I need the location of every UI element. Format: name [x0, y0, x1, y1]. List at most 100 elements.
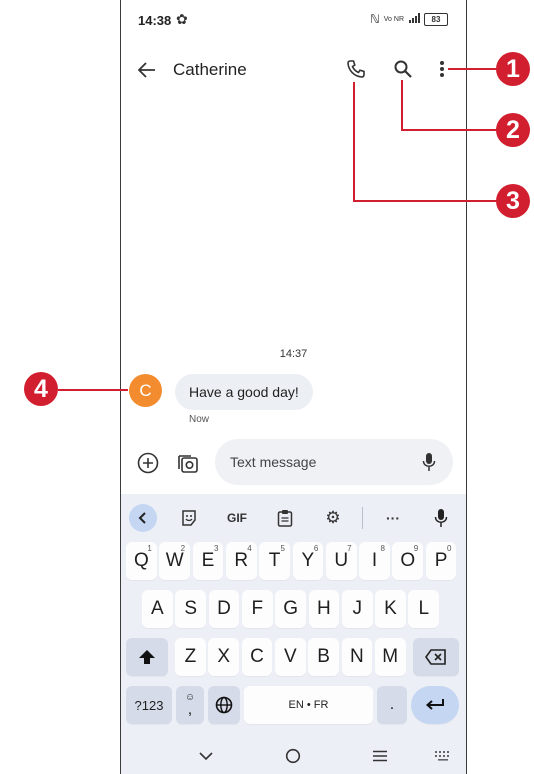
toolbar-divider	[362, 507, 363, 529]
phone-icon[interactable]	[343, 56, 369, 82]
key-z[interactable]: Z	[175, 638, 206, 676]
key-hint-number: 5	[280, 544, 285, 553]
key-c[interactable]: C	[241, 638, 273, 676]
settings-notification-icon: ✿	[176, 11, 188, 27]
space-key[interactable]: EN • FR	[244, 686, 373, 724]
key-label: S	[184, 598, 198, 619]
key-y[interactable]: Y6	[292, 542, 324, 580]
message-bubble[interactable]: Have a good day!	[175, 374, 313, 410]
key-x[interactable]: X	[208, 638, 240, 676]
language-globe-key[interactable]	[208, 686, 240, 724]
key-label: H	[317, 598, 331, 619]
gallery-camera-icon[interactable]	[175, 450, 201, 476]
clipboard-icon[interactable]	[271, 504, 299, 532]
comma-label: ,	[187, 701, 193, 718]
callout-4-line	[58, 389, 128, 391]
key-l[interactable]: L	[408, 590, 440, 628]
key-hint-number: 6	[313, 544, 319, 553]
key-f[interactable]: F	[241, 590, 273, 628]
keyboard-collapse-button[interactable]	[129, 504, 157, 532]
key-label: W	[165, 550, 184, 571]
key-o[interactable]: O9	[392, 542, 424, 580]
contact-name: Catherine	[173, 60, 247, 79]
message-input-placeholder: Text message	[230, 454, 317, 470]
key-label: C	[250, 646, 264, 667]
key-label: Q	[134, 550, 149, 571]
key-a[interactable]: A	[142, 590, 173, 628]
search-icon[interactable]	[390, 56, 416, 82]
backspace-key[interactable]	[413, 638, 459, 676]
contact-avatar[interactable]: C	[129, 374, 162, 407]
key-g[interactable]: G	[275, 590, 306, 628]
key-label: U	[334, 550, 349, 571]
key-label: R	[234, 550, 249, 571]
callout-badge-2: 2	[496, 113, 530, 147]
key-j[interactable]: J	[341, 590, 373, 628]
key-h[interactable]: H	[308, 590, 340, 628]
status-icons: ℕ Vo NR 83	[370, 12, 448, 26]
message-input[interactable]: Text message	[215, 439, 453, 485]
key-m[interactable]: M	[374, 638, 406, 676]
keyboard-switch-icon[interactable]	[432, 748, 454, 764]
key-q[interactable]: Q1	[126, 542, 157, 580]
key-e[interactable]: E3	[192, 542, 224, 580]
key-label: O	[400, 550, 416, 571]
key-label: G	[283, 598, 298, 619]
sticker-icon[interactable]	[175, 504, 203, 532]
key-hint-number: 8	[380, 544, 385, 553]
navigation-bar	[121, 738, 466, 774]
key-hint-number: 7	[347, 544, 352, 553]
key-label: L	[418, 598, 430, 619]
status-bar: 14:38 ✿ ℕ Vo NR 83	[121, 0, 466, 40]
key-label: M	[382, 646, 399, 667]
voice-input-icon[interactable]	[419, 451, 439, 473]
home-circle-icon[interactable]	[282, 746, 304, 766]
key-k[interactable]: K	[375, 590, 406, 628]
more-tools-icon[interactable]: ···	[379, 504, 407, 532]
key-p[interactable]: P0	[425, 542, 457, 580]
keyboard-mic-icon[interactable]	[427, 504, 455, 532]
gear-icon[interactable]: ⚙	[319, 504, 347, 532]
signal-icon	[408, 12, 420, 26]
key-hint-number: 0	[447, 544, 452, 553]
key-label: K	[384, 598, 397, 619]
enter-key[interactable]	[411, 686, 459, 724]
key-hint-number: 9	[413, 544, 419, 553]
key-u[interactable]: U7	[325, 542, 357, 580]
key-hint-number: 2	[180, 544, 186, 553]
key-b[interactable]: B	[308, 638, 339, 676]
chevron-down-icon[interactable]	[195, 746, 217, 766]
key-w[interactable]: W2	[159, 542, 191, 580]
key-v[interactable]: V	[274, 638, 306, 676]
emoji-comma-key[interactable]: ☺ ,	[176, 686, 204, 724]
key-label: B	[317, 646, 330, 667]
key-n[interactable]: N	[341, 638, 373, 676]
key-s[interactable]: S	[175, 590, 207, 628]
nfc-icon: ℕ	[370, 12, 380, 26]
key-t[interactable]: T5	[259, 542, 290, 580]
period-key[interactable]: .	[377, 686, 407, 724]
callout-2-line-v	[401, 80, 403, 130]
gif-button[interactable]: GIF	[221, 504, 253, 532]
battery-icon: 83	[424, 12, 448, 26]
add-attachment-icon[interactable]	[135, 450, 161, 476]
network-label: Vo NR	[383, 15, 404, 23]
keyboard: GIF ⚙ ··· Q1W2E3R4T5Y6U7I8O9P0 ASDFGHJKL…	[121, 494, 466, 738]
key-label: Y	[301, 550, 315, 571]
message-timestamp: 14:37	[279, 348, 308, 360]
message-status: Now	[189, 414, 210, 425]
key-label: X	[217, 646, 231, 667]
key-hint-number: 4	[247, 544, 252, 553]
callout-1-line	[448, 68, 498, 70]
key-label: E	[201, 550, 215, 571]
key-label: F	[251, 598, 264, 619]
back-arrow-icon[interactable]	[135, 58, 159, 82]
callout-2-line-h	[401, 129, 498, 131]
key-label: V	[283, 646, 297, 667]
symbols-key[interactable]: ?123	[126, 686, 172, 724]
shift-key[interactable]	[126, 638, 168, 676]
key-d[interactable]: D	[208, 590, 240, 628]
key-r[interactable]: R4	[225, 542, 257, 580]
recents-menu-icon[interactable]	[369, 746, 391, 766]
key-i[interactable]: I8	[359, 542, 390, 580]
